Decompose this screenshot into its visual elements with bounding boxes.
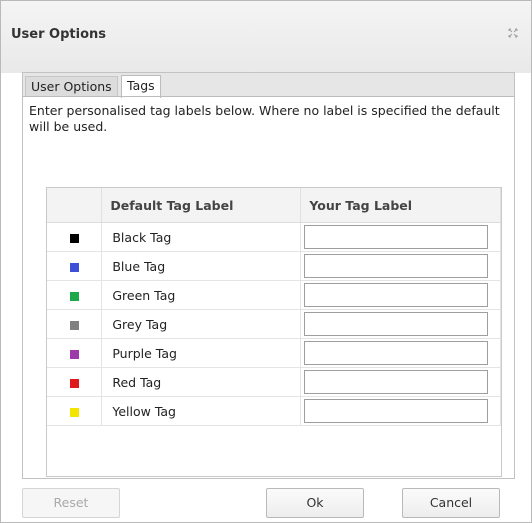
close-icon-glyph (508, 28, 518, 38)
your-tag-label-cell (300, 338, 501, 368)
tab-user-options[interactable]: User Options (25, 76, 118, 97)
swatch-cell (47, 367, 103, 397)
reset-button[interactable]: Reset (22, 488, 120, 518)
default-tag-label: Green Tag (101, 280, 302, 310)
default-tag-label: Blue Tag (101, 251, 302, 281)
table-row: Green Tag (47, 280, 501, 310)
tab-tags[interactable]: Tags (121, 75, 161, 98)
tag-grid: Default Tag Label Your Tag Label Black T… (46, 187, 502, 477)
swatch-cell (47, 280, 103, 310)
swatch-cell (47, 309, 103, 339)
instructions-text: Enter personalised tag labels below. Whe… (29, 103, 500, 134)
tags-tab-body: Enter personalised tag labels below. Whe… (22, 96, 515, 479)
tag-table: Default Tag Label Your Tag Label Black T… (47, 188, 501, 426)
your-tag-label-cell (300, 367, 501, 397)
default-tag-label: Yellow Tag (101, 396, 302, 426)
tag-label-input[interactable] (304, 254, 489, 278)
your-tag-label-cell (300, 309, 501, 339)
header-default-tag-label: Default Tag Label (101, 188, 302, 223)
swatch-cell (47, 396, 103, 426)
tab-strip: User Options Tags (22, 72, 515, 98)
ok-button[interactable]: Ok (266, 488, 364, 518)
dialog-title: User Options (11, 27, 106, 42)
header-your-tag-label: Your Tag Label (300, 188, 501, 223)
color-swatch-icon (69, 233, 79, 243)
table-row: Purple Tag (47, 338, 501, 368)
color-swatch-icon (69, 407, 79, 417)
default-tag-label: Grey Tag (101, 309, 302, 339)
table-row: Black Tag (47, 222, 501, 252)
close-icon[interactable] (507, 28, 519, 40)
color-swatch-icon (69, 291, 79, 301)
tag-label-input[interactable] (304, 341, 489, 365)
color-swatch-icon (69, 320, 79, 330)
default-tag-label: Purple Tag (101, 338, 302, 368)
your-tag-label-cell (300, 222, 501, 252)
dialog-titlebar: User Options (1, 1, 531, 73)
tag-label-input[interactable] (304, 312, 489, 336)
default-tag-label: Black Tag (101, 222, 302, 252)
swatch-cell (47, 251, 103, 281)
cancel-button[interactable]: Cancel (402, 488, 500, 518)
swatch-cell (47, 222, 103, 252)
table-row: Blue Tag (47, 251, 501, 281)
color-swatch-icon (69, 378, 79, 388)
table-row: Red Tag (47, 367, 501, 397)
tag-label-input[interactable] (304, 283, 489, 307)
color-swatch-icon (69, 349, 79, 359)
tag-label-input[interactable] (304, 370, 489, 394)
your-tag-label-cell (300, 396, 501, 426)
table-header-row: Default Tag Label Your Tag Label (47, 188, 501, 223)
options-panel: User Options Tags Enter personalised tag… (22, 72, 515, 479)
user-options-dialog: User Options User Options Tags Enter per… (0, 0, 532, 523)
tag-label-input[interactable] (304, 399, 489, 423)
default-tag-label: Red Tag (101, 367, 302, 397)
table-row: Grey Tag (47, 309, 501, 339)
your-tag-label-cell (300, 251, 501, 281)
swatch-cell (47, 338, 103, 368)
header-swatch (47, 188, 103, 223)
tag-label-input[interactable] (304, 225, 489, 249)
color-swatch-icon (69, 262, 79, 272)
your-tag-label-cell (300, 280, 501, 310)
table-row: Yellow Tag (47, 396, 501, 426)
